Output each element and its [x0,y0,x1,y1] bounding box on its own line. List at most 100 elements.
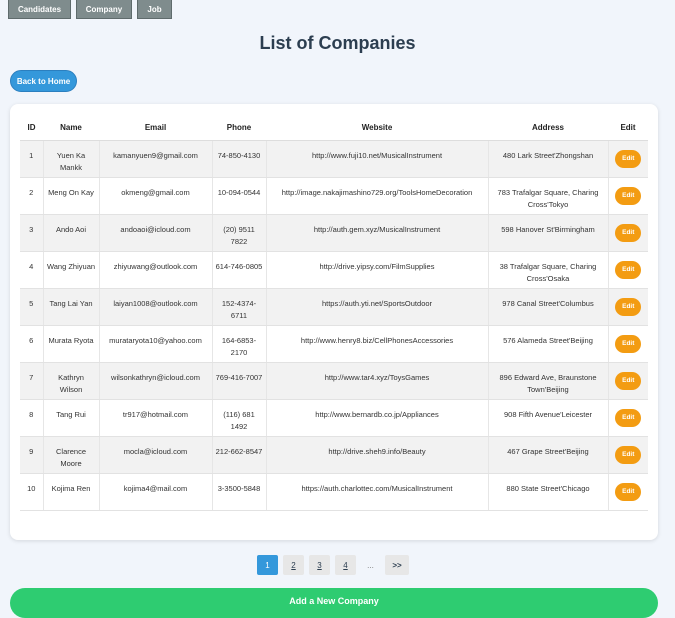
cell-website: https://auth.yti.net/SportsOutdoor [266,288,489,326]
table-row: 3 Ando Aoi andoaoi@icloud.com (20) 9511 782… [20,214,648,252]
cell-address: 598 Hanover St'Birmingham [488,214,609,252]
page-1-button[interactable]: 1 [257,555,278,575]
cell-name: Wang Zhiyuan [43,251,100,289]
cell-address: 978 Canal Street'Columbus [488,288,609,326]
cell-edit: Edit [608,473,648,511]
cell-phone: 10-094-0544 [212,177,267,215]
header-website: Website [266,114,488,141]
cell-name: Kathryn Wilson [43,362,100,400]
cell-id: 7 [20,362,44,400]
cell-name: Tang Lai Yan [43,288,100,326]
companies-table: ID Name Email Phone Website Address Edit… [20,114,648,511]
table-row: 6 Murata Ryota murataryota10@yahoo.com 164-… [20,325,648,363]
cell-website: http://www.bernardb.co.jp/Appliances [266,399,489,437]
cell-address: 908 Fifth Avenue'Leicester [488,399,609,437]
cell-edit: Edit [608,436,648,474]
cell-website: https://auth.charlottec.com/MusicalInstr… [266,473,489,511]
table-row: 9 Clarence Moore mocla@icloud.com 212-662-8… [20,436,648,474]
add-company-button[interactable]: Add a New Company [10,588,658,618]
page-2-button[interactable]: 2 [283,555,304,575]
cell-phone: 74-850-4130 [212,140,267,178]
cell-id: 10 [20,473,44,511]
edit-button[interactable]: Edit [615,372,642,390]
cell-id: 2 [20,177,44,215]
table-row: 4 Wang Zhiyuan zhiyuwang@outlook.com 614-74… [20,251,648,289]
cell-phone: 152-4374-6711 [212,288,267,326]
cell-name: Ando Aoi [43,214,100,252]
edit-button[interactable]: Edit [615,261,642,279]
cell-name: Murata Ryota [43,325,100,363]
edit-button[interactable]: Edit [615,446,642,464]
table-header-row: ID Name Email Phone Website Address Edit [20,114,648,141]
cell-edit: Edit [608,288,648,326]
cell-address: 576 Alameda Street'Beijing [488,325,609,363]
cell-edit: Edit [608,214,648,252]
top-nav: Candidates Company Job [0,0,675,20]
cell-name: Tang Rui [43,399,100,437]
nav-candidates-button[interactable]: Candidates [8,0,71,19]
header-address: Address [488,114,608,141]
edit-button[interactable]: Edit [615,187,642,205]
page-title: List of Companies [259,33,416,53]
table-row: 10 Kojima Ren kojima4@mail.com 3-3500-5848 h… [20,473,648,511]
cell-email: andoaoi@icloud.com [99,214,213,252]
companies-card: ID Name Email Phone Website Address Edit… [10,104,658,540]
page-3-button[interactable]: 3 [309,555,330,575]
cell-email: mocla@icloud.com [99,436,213,474]
edit-button[interactable]: Edit [615,335,642,353]
cell-phone: 212-662-8547 [212,436,267,474]
cell-website: http://auth.gem.xyz/MusicalInstrument [266,214,489,252]
cell-phone: (20) 9511 7822 [212,214,267,252]
table-row: 8 Tang Rui tr917@hotmail.com (116) 681 1492… [20,399,648,437]
cell-website: http://www.henry8.biz/CellPhonesAccessor… [266,325,489,363]
edit-button[interactable]: Edit [615,224,642,242]
pagination: 1 2 3 4 ... >> [0,555,675,575]
next-page-button[interactable]: >> [385,555,409,575]
cell-address: 480 Lark Street'Zhongshan [488,140,609,178]
page-4-button[interactable]: 4 [335,555,356,575]
cell-address: 896 Edward Ave, Braunstone Town'Beijing [488,362,609,400]
cell-website: http://drive.sheh9.info/Beauty [266,436,489,474]
edit-button[interactable]: Edit [615,150,642,168]
cell-name: Kojima Ren [43,473,100,511]
cell-address: 467 Grape Street'Beijing [488,436,609,474]
cell-address: 38 Trafalgar Square, Charing Cross'Osaka [488,251,609,289]
back-to-home-button[interactable]: Back to Home [10,70,77,92]
cell-name: Yuen Ka Mankk [43,140,100,178]
cell-id: 8 [20,399,44,437]
cell-website: http://image.nakajimashino729.org/ToolsH… [266,177,489,215]
header-name: Name [43,114,99,141]
cell-edit: Edit [608,251,648,289]
cell-edit: Edit [608,362,648,400]
cell-id: 6 [20,325,44,363]
cell-name: Clarence Moore [43,436,100,474]
header-phone: Phone [212,114,266,141]
header-id: ID [20,114,43,141]
cell-id: 4 [20,251,44,289]
table-row: 2 Meng On Kay okmeng@gmail.com 10-094-0544 h… [20,177,648,215]
cell-phone: 614-746-0805 [212,251,267,289]
cell-address: 783 Trafalgar Square, Charing Cross'Toky… [488,177,609,215]
header-edit: Edit [608,114,648,141]
cell-phone: (116) 681 1492 [212,399,267,437]
header-email: Email [99,114,212,141]
cell-email: murataryota10@yahoo.com [99,325,213,363]
edit-button[interactable]: Edit [615,298,642,316]
cell-email: kamanyuen9@gmail.com [99,140,213,178]
cell-website: http://drive.yipsy.com/FilmSupplies [266,251,489,289]
cell-edit: Edit [608,140,648,178]
cell-email: laiyan1008@outlook.com [99,288,213,326]
nav-job-button[interactable]: Job [137,0,172,19]
edit-button[interactable]: Edit [615,483,642,501]
edit-button[interactable]: Edit [615,409,642,427]
cell-edit: Edit [608,177,648,215]
cell-id: 3 [20,214,44,252]
nav-company-button[interactable]: Company [76,0,132,19]
table-row: 1 Yuen Ka Mankk kamanyuen9@gmail.com 74-850… [20,140,648,178]
cell-phone: 769-416-7007 [212,362,267,400]
cell-id: 5 [20,288,44,326]
cell-email: tr917@hotmail.com [99,399,213,437]
cell-id: 9 [20,436,44,474]
cell-email: kojima4@mail.com [99,473,213,511]
cell-email: zhiyuwang@outlook.com [99,251,213,289]
